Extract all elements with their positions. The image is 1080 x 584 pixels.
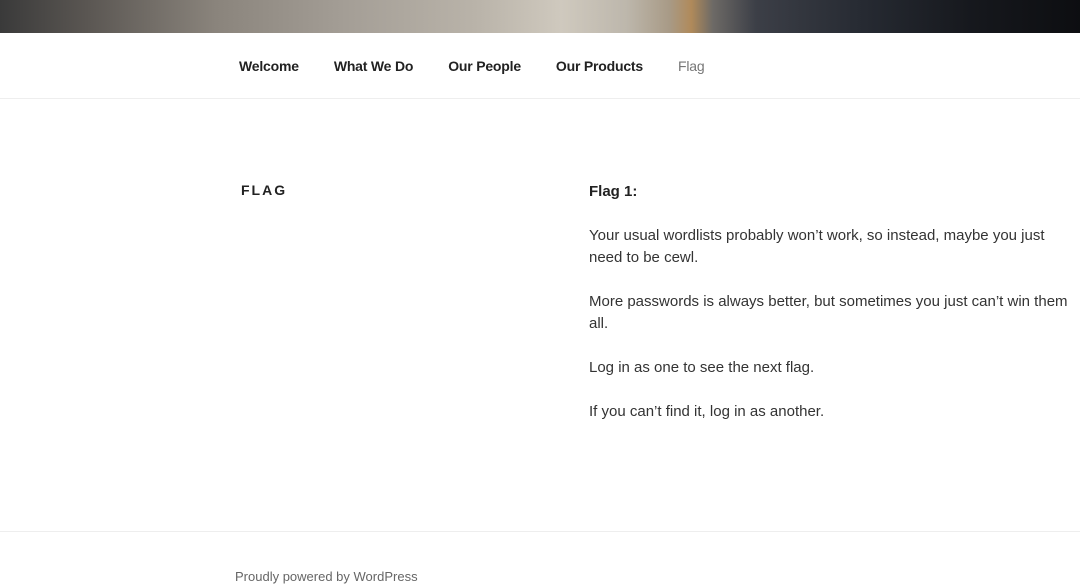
entry-content: Flag 1: Your usual wordlists probably wo…: [589, 181, 1069, 445]
footer-divider: [0, 531, 1080, 532]
nav-menu: Welcome What We Do Our People Our Produc…: [239, 33, 739, 99]
entry-paragraph-2: More passwords is always better, but som…: [589, 293, 1068, 332]
page-title: FLAG: [241, 182, 288, 198]
nav-item-our-products[interactable]: Our Products: [556, 58, 643, 74]
nav-item-welcome[interactable]: Welcome: [239, 58, 299, 74]
nav-item-what-we-do[interactable]: What We Do: [334, 58, 414, 74]
flag-heading: Flag 1:: [589, 183, 638, 200]
entry-paragraph-1: Your usual wordlists probably won’t work…: [589, 227, 1045, 266]
entry-paragraph-4: If you can’t find it, log in as another.: [589, 403, 825, 420]
nav-item-our-people[interactable]: Our People: [448, 58, 521, 74]
entry-paragraph-3: Log in as one to see the next flag.: [589, 359, 815, 376]
header-image: [0, 0, 1080, 33]
nav-item-flag[interactable]: Flag: [678, 58, 705, 74]
main-navigation: Welcome What We Do Our People Our Produc…: [0, 33, 1080, 99]
footer-credit-link[interactable]: Proudly powered by WordPress: [235, 569, 418, 584]
